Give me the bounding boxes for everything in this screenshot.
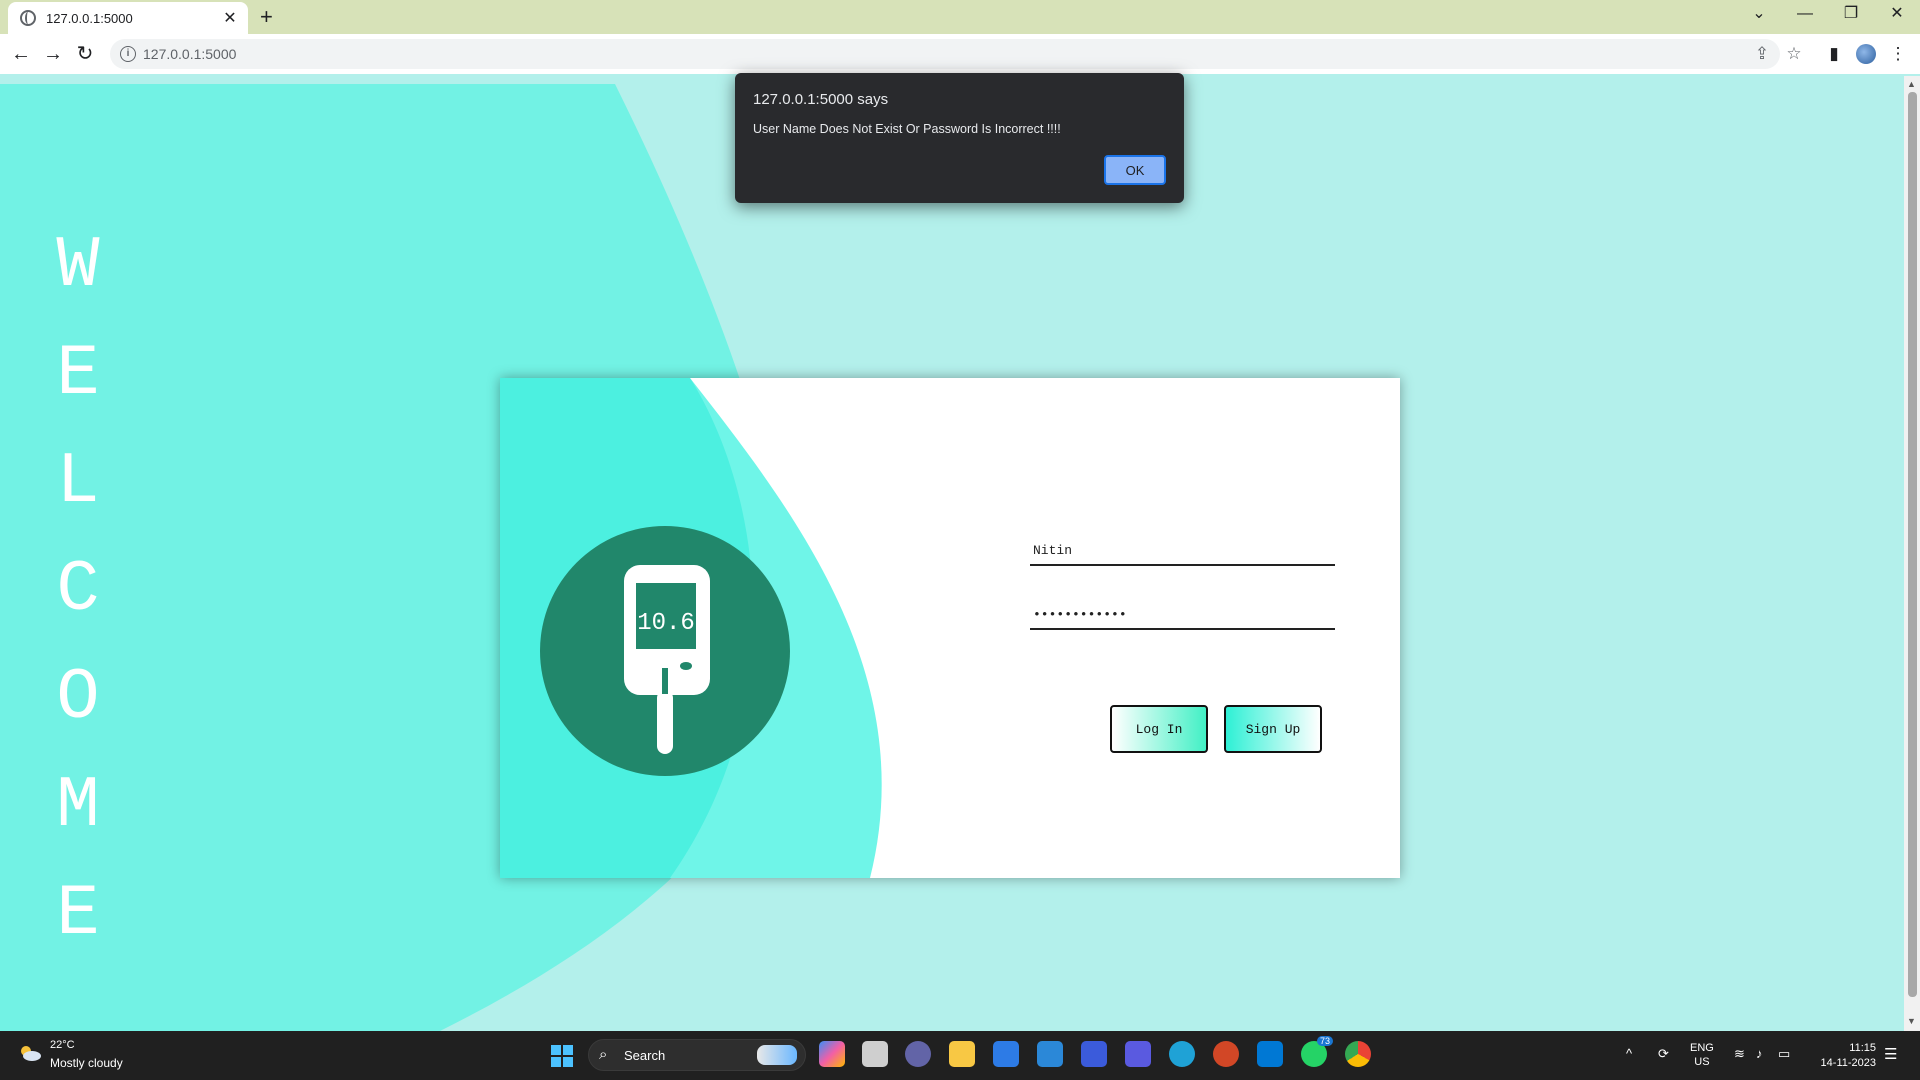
windows-start-icon[interactable] (551, 1045, 573, 1067)
language-code: ENG (1690, 1042, 1714, 1054)
profile-avatar[interactable] (1856, 44, 1876, 64)
copilot-icon[interactable] (819, 1041, 845, 1067)
volume-icon[interactable]: ♪ (1756, 1046, 1763, 1061)
vscode-icon[interactable] (1257, 1041, 1283, 1067)
welcome-letter: W (56, 225, 100, 307)
chevron-up-icon[interactable]: ^ (1626, 1046, 1632, 1061)
alert-ok-button[interactable]: OK (1104, 155, 1166, 185)
wifi-icon[interactable]: ≋ (1734, 1046, 1745, 1062)
system-clock[interactable]: 11:15 14-11-2023 (1810, 1041, 1876, 1071)
alert-dialog: 127.0.0.1:5000 says User Name Does Not E… (735, 73, 1184, 203)
restore-button[interactable]: ❐ (1828, 0, 1874, 30)
tab-search-icon[interactable]: ⌄ (1736, 0, 1782, 30)
signup-button[interactable]: Sign Up (1224, 705, 1322, 753)
close-window-button[interactable]: ✕ (1874, 0, 1920, 30)
welcome-heading: W E L C O M E (48, 212, 108, 968)
sync-icon[interactable]: ⟳ (1658, 1046, 1669, 1062)
meter-reading: 10.6 (637, 610, 695, 637)
browser-toolbar: ← → ↻ i 127.0.0.1:5000 ⇪ ☆ ▮ ⋮ (0, 34, 1920, 74)
powerpoint-icon[interactable] (1213, 1041, 1239, 1067)
browser-tab[interactable]: 127.0.0.1:5000 ✕ (8, 2, 248, 34)
search-label: Search (624, 1048, 666, 1063)
tab-strip: 127.0.0.1:5000 ✕ + ⌄ — ❐ ✕ (0, 0, 1920, 34)
welcome-letter: O (56, 657, 100, 739)
mail-icon[interactable] (1037, 1041, 1063, 1067)
tab-close-icon[interactable]: ✕ (220, 8, 240, 28)
password-value: •••••••••••• (1033, 607, 1127, 622)
username-value: Nitin (1033, 543, 1073, 558)
share-icon[interactable]: ⇪ (1750, 42, 1774, 66)
alert-message: User Name Does Not Exist Or Password Is … (753, 122, 1061, 136)
forward-button[interactable]: → (41, 42, 65, 66)
welcome-letter: M (56, 765, 100, 847)
page-scrollbar[interactable]: ▲ ▼ (1904, 76, 1920, 1031)
media-player-icon[interactable] (1125, 1041, 1151, 1067)
clock-time: 11:15 (1849, 1042, 1876, 1054)
menu-icon[interactable]: ⋮ (1886, 42, 1910, 66)
welcome-letter: E (56, 873, 100, 955)
weather-description[interactable]: Mostly cloudy (50, 1056, 123, 1070)
weather-temperature[interactable]: 22°C (50, 1039, 75, 1051)
reload-button[interactable]: ↻ (73, 42, 97, 66)
battery-icon[interactable]: ▭ (1778, 1046, 1790, 1062)
notification-icon[interactable]: ☰ (1884, 1045, 1897, 1063)
glucose-meter-icon: 10.6 (540, 526, 790, 776)
side-panel-icon[interactable]: ▮ (1822, 42, 1846, 66)
back-button[interactable]: ← (9, 42, 33, 66)
whatsapp-badge: 73 (1317, 1036, 1334, 1046)
clock-date: 14-11-2023 (1820, 1057, 1876, 1069)
scrollbar-thumb[interactable] (1908, 92, 1917, 997)
taskbar: 22°C Mostly cloudy ⌕ Search 73 ^ ⟳ ENG U… (0, 1031, 1920, 1080)
search-icon: ⌕ (599, 1046, 608, 1063)
new-tab-button[interactable]: + (260, 4, 273, 30)
microsoft-store-icon[interactable] (993, 1041, 1019, 1067)
welcome-letter: C (56, 549, 100, 631)
password-input[interactable]: •••••••••••• (1030, 592, 1335, 630)
bookmark-star-icon[interactable]: ☆ (1782, 42, 1806, 66)
cloud-icon[interactable] (18, 1044, 42, 1062)
minimize-button[interactable]: — (1782, 0, 1828, 30)
region-code: US (1694, 1056, 1710, 1068)
welcome-letter: L (56, 441, 100, 523)
notes-app-icon[interactable] (1081, 1041, 1107, 1067)
teams-chat-icon[interactable] (905, 1041, 931, 1067)
language-indicator[interactable]: ENG US (1690, 1041, 1714, 1069)
scroll-up-icon[interactable]: ▲ (1907, 79, 1916, 89)
alert-title: 127.0.0.1:5000 says (753, 91, 889, 108)
task-view-icon[interactable] (862, 1041, 888, 1067)
login-button[interactable]: Log In (1110, 705, 1208, 753)
file-explorer-icon[interactable] (949, 1041, 975, 1067)
globe-icon (20, 10, 36, 26)
login-card: 10.6 Nitin •••••••••••• Log In Sign Up (500, 378, 1400, 878)
page-viewport: W E L C O M E 10.6 Nitin •••••••••••• Lo… (0, 76, 1904, 1031)
tab-title: 127.0.0.1:5000 (46, 10, 133, 26)
chrome-icon[interactable] (1345, 1041, 1371, 1067)
address-bar[interactable]: i 127.0.0.1:5000 (110, 39, 1780, 69)
taskbar-search[interactable]: ⌕ Search (588, 1039, 806, 1071)
site-info-icon[interactable]: i (120, 46, 136, 62)
username-input[interactable]: Nitin (1030, 528, 1335, 566)
edge-icon[interactable] (1169, 1041, 1195, 1067)
search-highlight-image (757, 1045, 797, 1065)
scroll-down-icon[interactable]: ▼ (1907, 1016, 1916, 1026)
welcome-letter: E (56, 333, 100, 415)
url-text[interactable]: 127.0.0.1:5000 (143, 46, 236, 62)
